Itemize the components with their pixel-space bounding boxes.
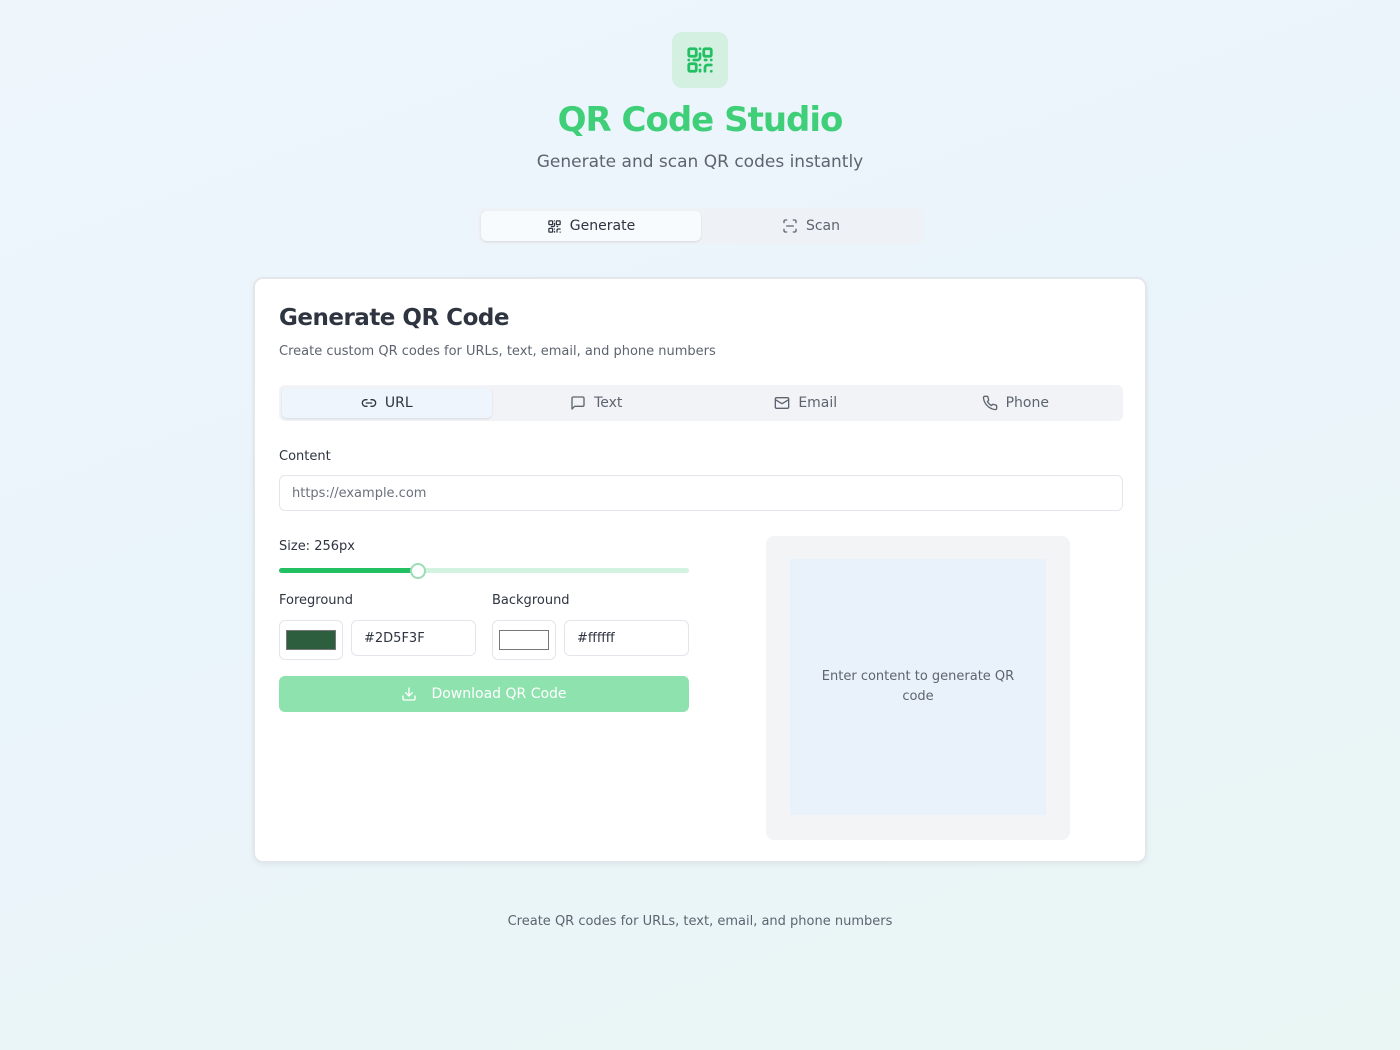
size-label: Size: 256px (279, 539, 355, 554)
content-input[interactable] (279, 475, 1123, 511)
tab-email[interactable]: Email (701, 388, 911, 418)
tab-label: Email (798, 395, 838, 411)
tab-label: Text (594, 395, 623, 411)
slider-thumb[interactable] (410, 563, 427, 579)
tab-url[interactable]: URL (282, 388, 492, 418)
card-description: Create custom QR codes for URLs, text, e… (279, 344, 716, 359)
generate-card: Generate QR Code Create custom QR codes … (253, 277, 1147, 863)
tab-generate[interactable]: Generate (481, 211, 701, 241)
phone-icon (982, 395, 998, 411)
slider-fill (279, 568, 419, 573)
mail-icon (774, 395, 790, 411)
qr-code-icon (672, 32, 728, 88)
footer-text: Create QR codes for URLs, text, email, a… (507, 914, 893, 929)
content-label: Content (279, 449, 331, 464)
content-type-tabs: URL Text Email Phone (279, 385, 1123, 421)
background-color-picker[interactable] (492, 620, 556, 660)
message-icon (570, 395, 586, 411)
background-hex-input[interactable] (564, 620, 689, 656)
link-icon (361, 395, 377, 411)
tab-label: Scan (805, 218, 841, 234)
foreground-hex-input[interactable] (351, 620, 476, 656)
background-swatch (499, 630, 549, 650)
qr-code-icon (547, 219, 562, 234)
tab-label: Phone (1005, 395, 1049, 411)
app-subtitle: Generate and scan QR codes instantly (536, 152, 864, 172)
download-icon (401, 686, 417, 702)
app-title: QR Code Studio (557, 100, 844, 140)
tab-text[interactable]: Text (492, 388, 702, 418)
tab-scan[interactable]: Scan (701, 211, 921, 241)
tab-label: URL (384, 395, 413, 411)
foreground-color-picker[interactable] (279, 620, 343, 660)
mode-tabs: Generate Scan (478, 208, 924, 244)
card-title: Generate QR Code (279, 305, 509, 331)
download-label: Download QR Code (431, 686, 567, 702)
scan-icon (782, 218, 798, 234)
size-slider[interactable] (279, 563, 689, 579)
tab-phone[interactable]: Phone (911, 388, 1121, 418)
tab-label: Generate (569, 218, 636, 234)
qr-preview-placeholder: Enter content to generate QR code (790, 559, 1046, 815)
foreground-label: Foreground (279, 593, 354, 608)
download-button[interactable]: Download QR Code (279, 676, 689, 712)
qr-preview: Enter content to generate QR code (766, 536, 1070, 840)
app-header: QR Code Studio Generate and scan QR code… (0, 32, 1400, 172)
background-label: Background (492, 593, 570, 608)
foreground-swatch (286, 630, 336, 650)
